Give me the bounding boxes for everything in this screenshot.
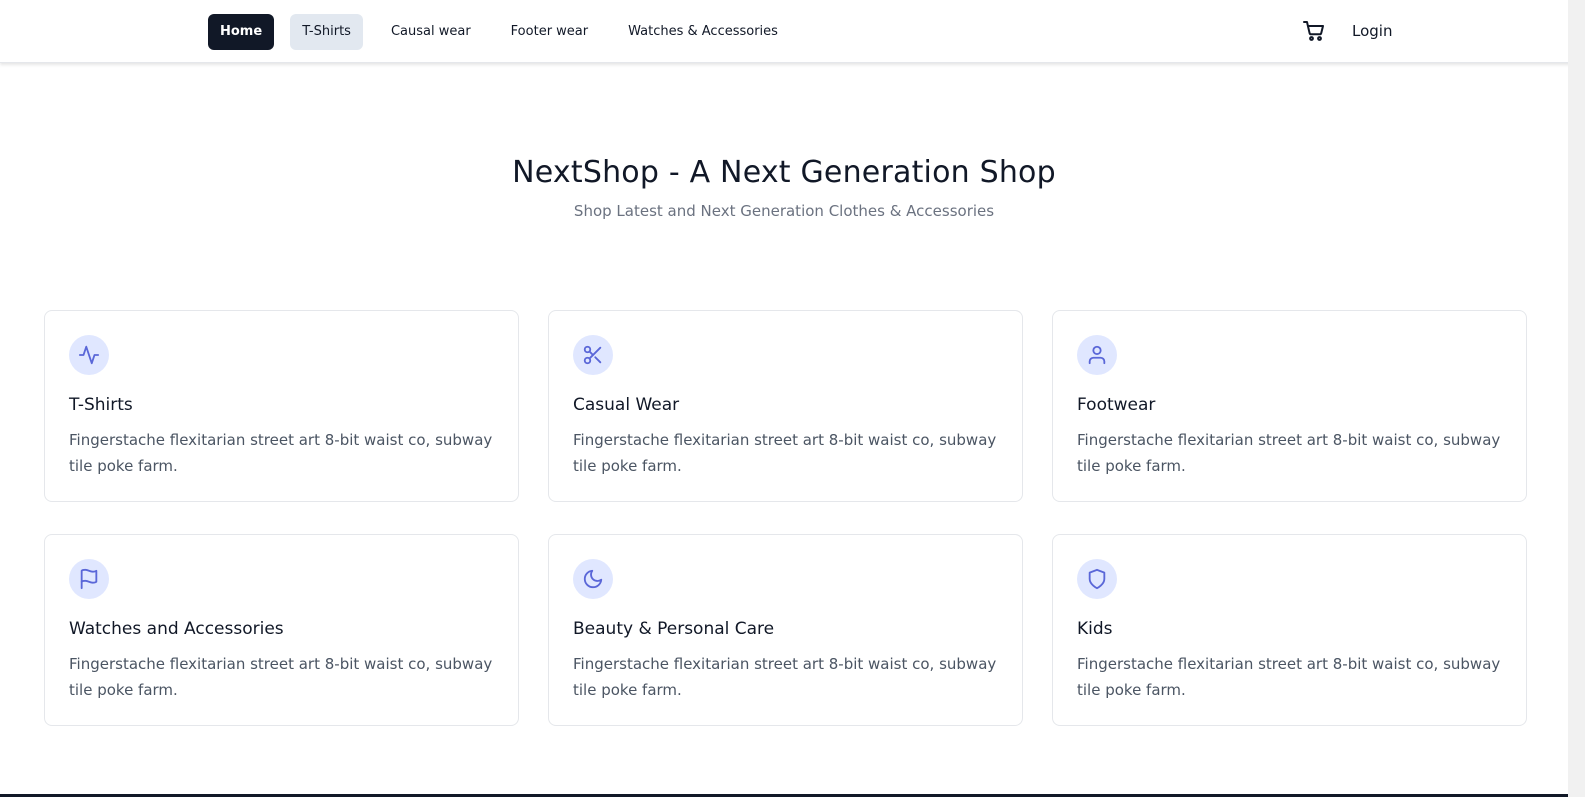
category-description: Fingerstache flexitarian street art 8-bi…	[573, 431, 997, 475]
nav-link-home[interactable]: Home	[208, 14, 275, 50]
category-description: Fingerstache flexitarian street art 8-bi…	[573, 655, 997, 699]
flag-icon	[69, 559, 109, 599]
category-card-casual-wear[interactable]: Casual Wear Fingerstache flexitarian str…	[548, 310, 1023, 502]
category-card-beauty-personal-care[interactable]: Beauty & Personal Care Fingerstache flex…	[548, 534, 1023, 726]
category-description: Fingerstache flexitarian street art 8-bi…	[1077, 655, 1501, 699]
login-link[interactable]: Login	[1352, 22, 1392, 40]
category-card-watches-accessories[interactable]: Watches and Accessories Fingerstache fle…	[44, 534, 519, 726]
nav-link-causal-wear[interactable]: Causal wear	[379, 14, 483, 50]
category-title: Watches and Accessories	[69, 619, 284, 639]
category-title: Casual Wear	[573, 395, 680, 415]
category-card-t-shirts[interactable]: T-Shirts Fingerstache flexitarian street…	[44, 310, 519, 502]
nav-link-watches-accessories[interactable]: Watches & Accessories	[616, 14, 790, 50]
category-title: Footwear	[1077, 395, 1156, 415]
nav-links: Home T-Shirts Causal wear Footer wear Wa…	[208, 14, 806, 50]
shield-icon	[1077, 559, 1117, 599]
category-title: Kids	[1077, 619, 1113, 639]
scissors-icon	[573, 335, 613, 375]
page-scrollbar[interactable]	[1568, 0, 1585, 797]
category-card-footwear[interactable]: Footwear Fingerstache flexitarian street…	[1052, 310, 1527, 502]
user-icon	[1077, 335, 1117, 375]
nav-link-t-shirts[interactable]: T-Shirts	[290, 14, 363, 50]
category-description: Fingerstache flexitarian street art 8-bi…	[69, 655, 493, 699]
page-title: NextShop - A Next Generation Shop	[512, 155, 1056, 190]
category-card-kids[interactable]: Kids Fingerstache flexitarian street art…	[1052, 534, 1527, 726]
category-description: Fingerstache flexitarian street art 8-bi…	[69, 431, 493, 475]
category-description: Fingerstache flexitarian street art 8-bi…	[1077, 431, 1501, 475]
cart-icon[interactable]	[1302, 19, 1328, 45]
category-title: T-Shirts	[69, 395, 133, 415]
nav-link-footer-wear[interactable]: Footer wear	[499, 14, 600, 50]
category-title: Beauty & Personal Care	[573, 619, 775, 639]
page-subtitle: Shop Latest and Next Generation Clothes …	[573, 202, 995, 220]
activity-icon	[69, 335, 109, 375]
top-navbar: Home T-Shirts Causal wear Footer wear Wa…	[0, 0, 1585, 63]
moon-icon	[573, 559, 613, 599]
hero-section: NextShop - A Next Generation Shop Shop L…	[0, 155, 1568, 220]
